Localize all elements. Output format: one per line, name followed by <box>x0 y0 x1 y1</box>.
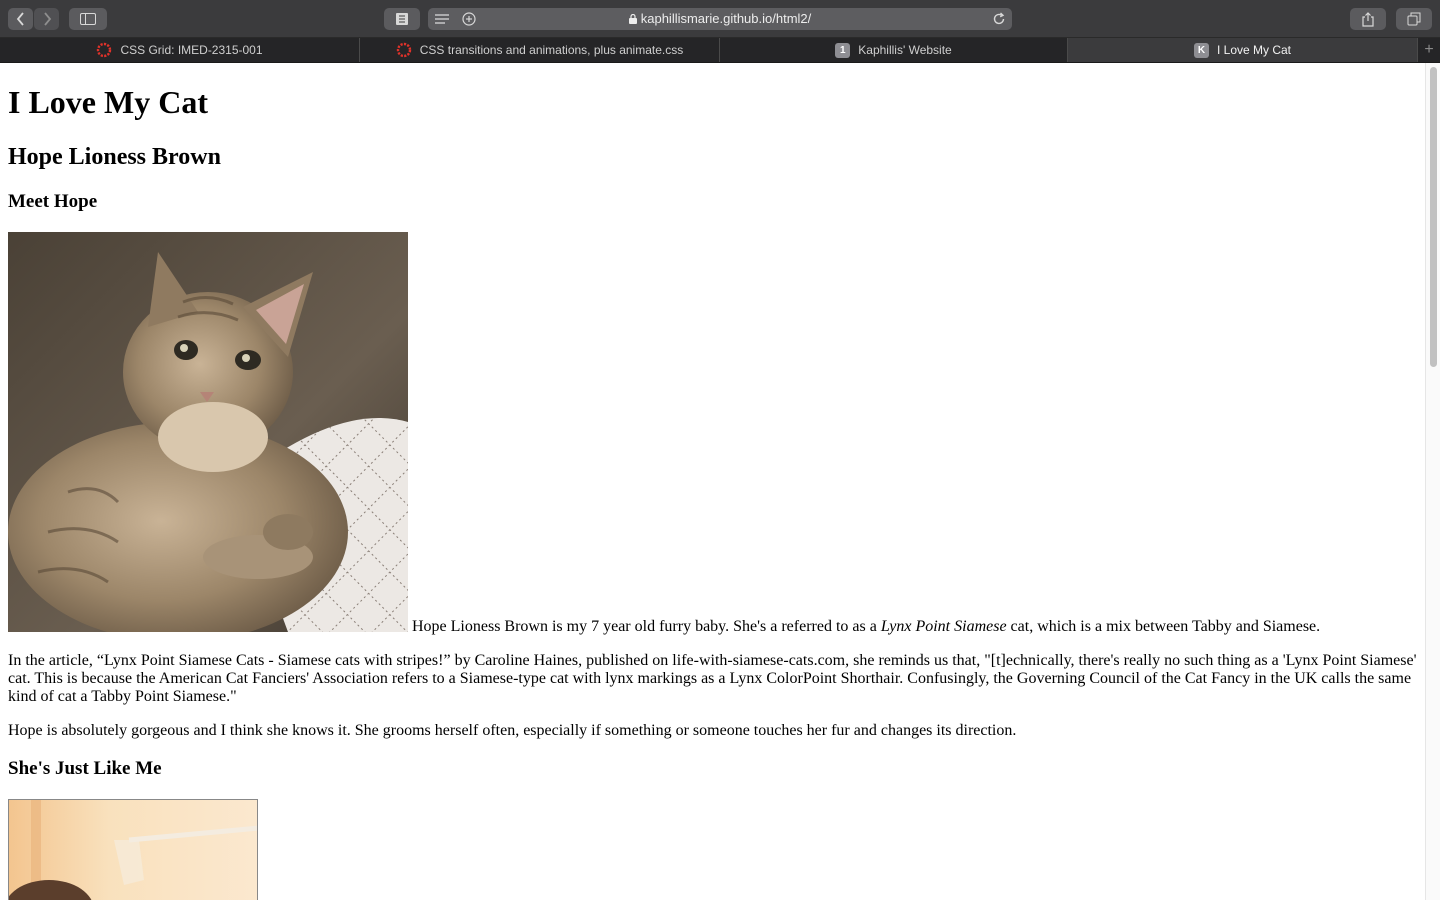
url-text[interactable]: kaphillismarie.github.io/html2/ <box>641 11 812 26</box>
red-ring-icon <box>96 42 112 58</box>
address-bar[interactable]: kaphillismarie.github.io/html2/ <box>428 8 1012 30</box>
tabs-icon <box>1407 12 1421 26</box>
sidebar-button[interactable] <box>69 8 107 30</box>
tab-kaphillis-website[interactable]: 1 Kaphillis' Website <box>720 38 1068 62</box>
new-tab-button[interactable]: + <box>1418 38 1440 62</box>
tab-label: CSS transitions and animations, plus ani… <box>419 43 684 57</box>
cat-photo <box>8 232 408 632</box>
browser-toolbar: kaphillismarie.github.io/html2/ <box>0 0 1440 38</box>
reload-icon[interactable] <box>992 12 1006 31</box>
page-scrollbar[interactable] <box>1425 63 1440 900</box>
forward-button[interactable] <box>34 8 59 30</box>
tab-bar: CSS Grid: IMED-2315-001 CSS transitions … <box>0 38 1440 63</box>
grooming-paragraph: Hope is absolutely gorgeous and I think … <box>8 722 1017 739</box>
favicon-badge: K <box>1193 42 1209 58</box>
reader-view-button[interactable] <box>384 8 420 30</box>
intro-before: Hope Lioness Brown is my 7 year old furr… <box>412 618 881 635</box>
page-viewport: I Love My Cat Hope Lioness Brown Meet Ho… <box>0 63 1425 900</box>
back-button[interactable] <box>8 8 33 30</box>
tab-i-love-my-cat[interactable]: K I Love My Cat <box>1068 38 1418 62</box>
intro-emphasis: Lynx Point Siamese <box>880 618 1007 635</box>
article-quote-paragraph: In the article, “Lynx Point Siamese Cats… <box>8 652 1417 705</box>
chevron-right-icon <box>43 12 51 26</box>
favicon-badge: 1 <box>835 42 851 58</box>
tab-css-grid[interactable]: CSS Grid: IMED-2315-001 <box>0 38 360 62</box>
tab-label: I Love My Cat <box>1216 43 1292 57</box>
tab-overview-button[interactable] <box>1396 8 1432 30</box>
page-subtitle: Hope Lioness Brown <box>8 144 221 170</box>
tab-label: Kaphillis' Website <box>858 43 952 57</box>
intro-after: cat, which is a mix between Tabby and Si… <box>1006 618 1321 635</box>
chevron-left-icon <box>16 12 24 26</box>
intro-text: Hope Lioness Brown is my 7 year old furr… <box>412 617 1320 637</box>
share-button[interactable] <box>1350 8 1386 30</box>
share-icon <box>1362 11 1374 27</box>
page-title: I Love My Cat <box>8 84 208 120</box>
red-ring-icon <box>396 42 412 58</box>
tab-css-transitions[interactable]: CSS transitions and animations, plus ani… <box>360 38 720 62</box>
cat-photo-2 <box>8 799 258 900</box>
tab-label: CSS Grid: IMED-2315-001 <box>120 43 263 57</box>
section-heading-just-like-me: She's Just Like Me <box>8 758 162 779</box>
section-heading-meet-hope: Meet Hope <box>8 191 98 212</box>
sidebar-icon <box>80 13 96 25</box>
lock-icon <box>628 9 637 31</box>
reader-icon <box>396 13 408 25</box>
scrollbar-thumb[interactable] <box>1430 67 1437 367</box>
